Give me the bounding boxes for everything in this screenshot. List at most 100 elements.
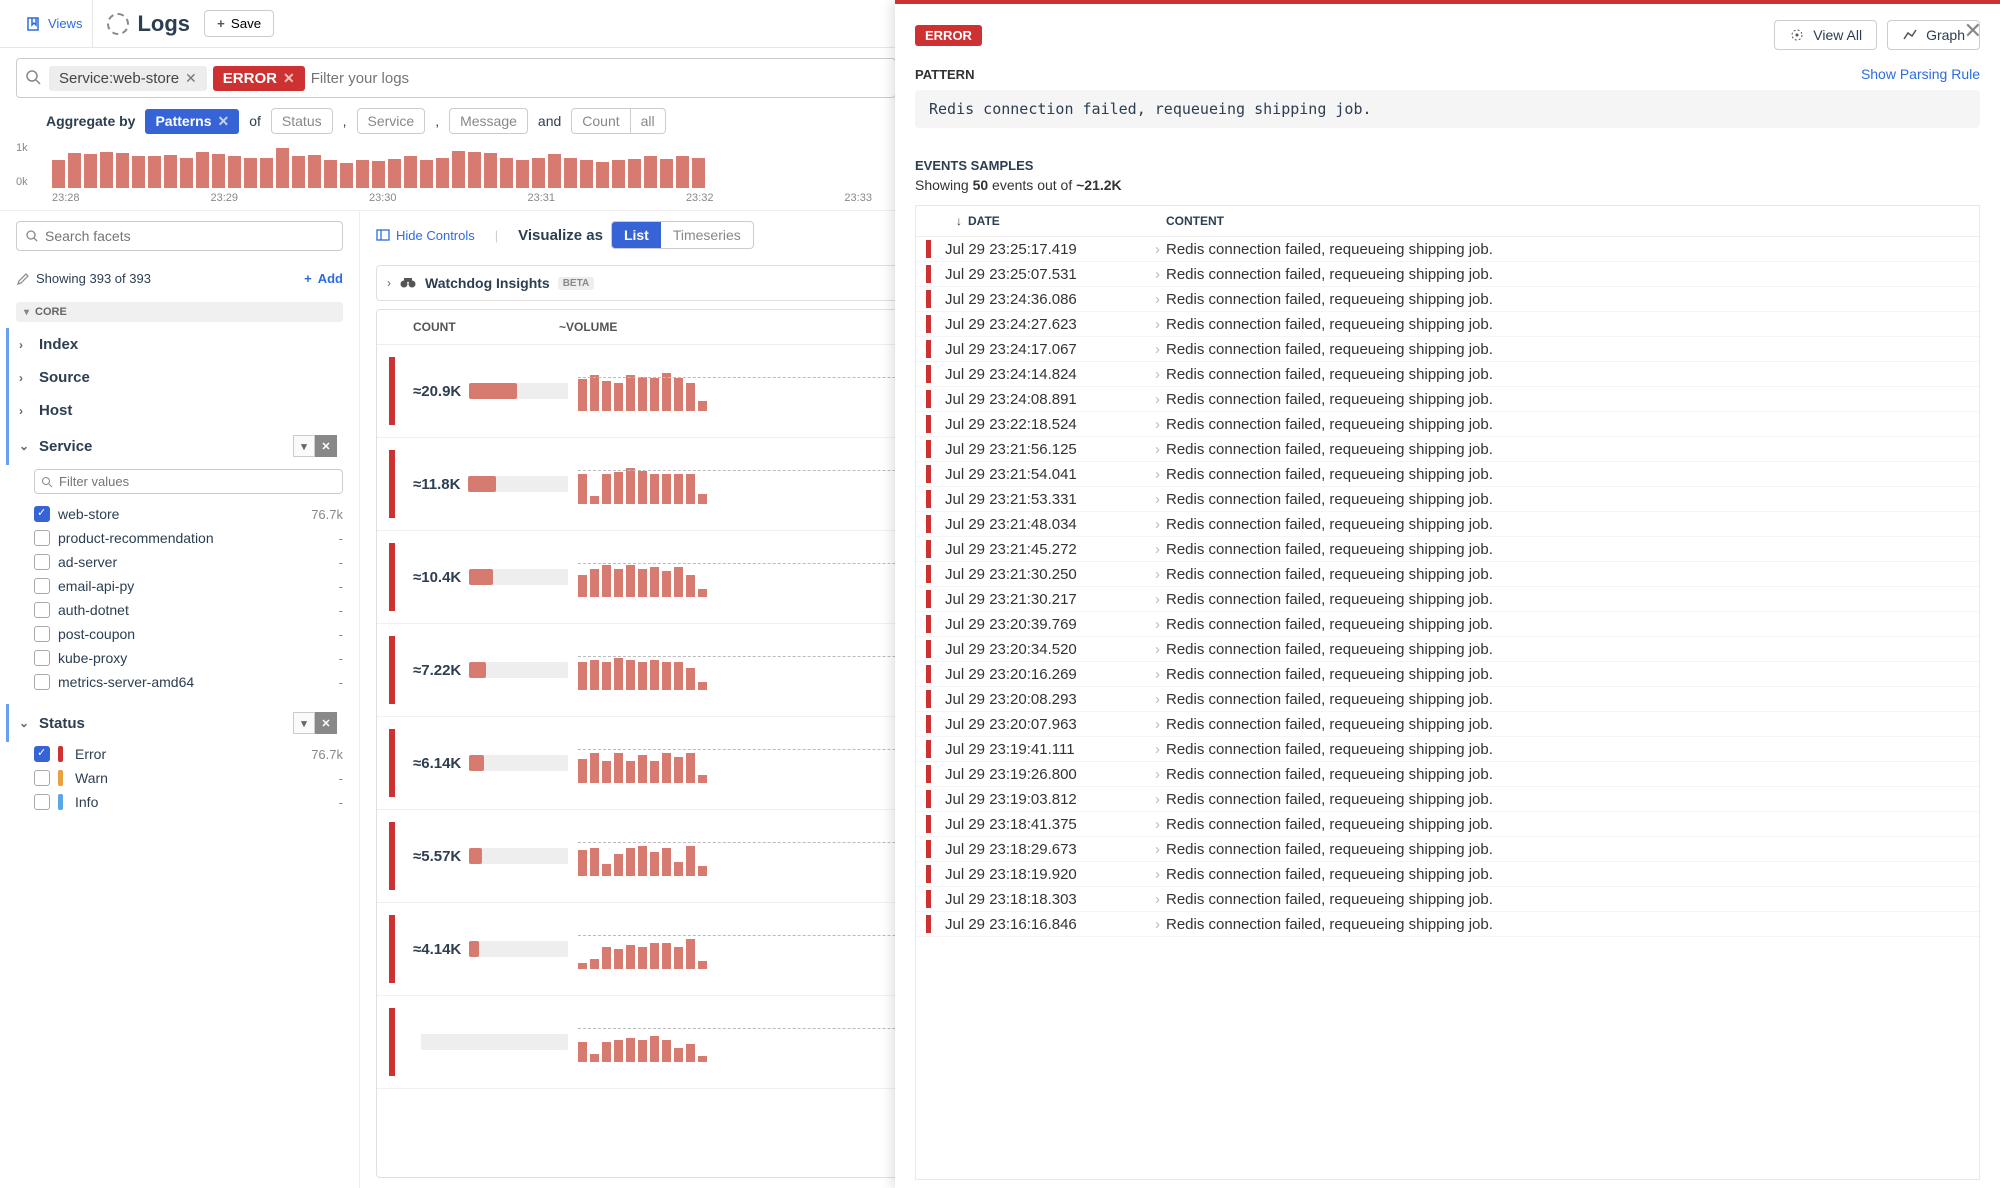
event-row[interactable]: Jul 29 23:20:34.520›Redis connection fai… — [916, 637, 1979, 662]
aggregate-service-select[interactable]: Service — [357, 108, 426, 134]
event-row[interactable]: Jul 29 23:21:56.125›Redis connection fai… — [916, 437, 1979, 462]
chevron-right-icon: › — [1155, 766, 1160, 783]
facet-value[interactable]: kube-proxy- — [16, 646, 343, 670]
query-input-wrap[interactable]: Service:web-store ✕ ERROR ✕ — [16, 58, 896, 98]
event-row[interactable]: Jul 29 23:24:17.067›Redis connection fai… — [916, 337, 1979, 362]
col-content[interactable]: CONTENT — [1166, 214, 1969, 228]
facet-filter-icon[interactable]: ▾ — [293, 712, 315, 734]
view-all-button[interactable]: View All — [1774, 20, 1877, 50]
facet-value[interactable]: product-recommendation- — [16, 526, 343, 550]
chevron-right-icon: › — [1155, 266, 1160, 283]
event-row[interactable]: Jul 29 23:16:16.846›Redis connection fai… — [916, 912, 1979, 937]
event-row[interactable]: Jul 29 23:24:27.623›Redis connection fai… — [916, 312, 1979, 337]
event-row[interactable]: Jul 29 23:19:41.111›Redis connection fai… — [916, 737, 1979, 762]
event-row[interactable]: Jul 29 23:21:45.272›Redis connection fai… — [916, 537, 1979, 562]
save-button[interactable]: Save — [204, 10, 274, 37]
event-row[interactable]: Jul 29 23:22:18.524›Redis connection fai… — [916, 412, 1979, 437]
hide-controls-button[interactable]: Hide Controls — [376, 228, 475, 243]
event-row[interactable]: Jul 29 23:25:07.531›Redis connection fai… — [916, 262, 1979, 287]
event-row[interactable]: Jul 29 23:20:16.269›Redis connection fai… — [916, 662, 1979, 687]
facet-value[interactable]: auth-dotnet- — [16, 598, 343, 622]
query-pill-service[interactable]: Service:web-store ✕ — [49, 66, 207, 91]
facet-status[interactable]: ⌄Status ▾ ✕ — [6, 704, 343, 742]
event-row[interactable]: Jul 29 23:21:30.250›Redis connection fai… — [916, 562, 1979, 587]
events-subheading: Showing 50 events out of ~21.2K — [915, 177, 1980, 193]
facet-filter-icon[interactable]: ▾ — [293, 435, 315, 457]
event-row[interactable]: Jul 29 23:21:54.041›Redis connection fai… — [916, 462, 1979, 487]
aggregate-all-select[interactable]: all — [631, 108, 666, 134]
add-facet-button[interactable]: + Add — [304, 271, 343, 286]
event-row[interactable]: Jul 29 23:21:30.217›Redis connection fai… — [916, 587, 1979, 612]
event-row[interactable]: Jul 29 23:18:41.375›Redis connection fai… — [916, 812, 1979, 837]
event-row[interactable]: Jul 29 23:24:36.086›Redis connection fai… — [916, 287, 1979, 312]
facet-value[interactable]: email-api-py- — [16, 574, 343, 598]
checkbox[interactable] — [34, 674, 50, 690]
col-date[interactable]: ↓DATE — [956, 214, 1166, 228]
event-row[interactable]: Jul 29 23:18:18.303›Redis connection fai… — [916, 887, 1979, 912]
viz-list[interactable]: List — [612, 222, 661, 248]
page-title: Logs — [137, 11, 190, 37]
chevron-right-icon: › — [1155, 716, 1160, 733]
facet-value[interactable]: Error76.7k — [16, 742, 343, 766]
facet-host[interactable]: ›Host — [6, 394, 343, 427]
checkbox[interactable] — [34, 578, 50, 594]
facet-value[interactable]: ad-server- — [16, 550, 343, 574]
facet-section-core[interactable]: ▾CORE — [16, 302, 343, 322]
facet-value[interactable]: Warn- — [16, 766, 343, 790]
event-row[interactable]: Jul 29 23:21:48.034›Redis connection fai… — [916, 512, 1979, 537]
checkbox[interactable] — [34, 530, 50, 546]
event-row[interactable]: Jul 29 23:18:29.673›Redis connection fai… — [916, 837, 1979, 862]
timeline-chart[interactable] — [52, 146, 884, 188]
query-pill-error[interactable]: ERROR ✕ — [213, 66, 305, 91]
col-count[interactable]: COUNT — [389, 320, 559, 334]
event-row[interactable]: Jul 29 23:19:03.812›Redis connection fai… — [916, 787, 1979, 812]
filter-values-input-wrap[interactable] — [34, 469, 343, 494]
event-row[interactable]: Jul 29 23:18:19.920›Redis connection fai… — [916, 862, 1979, 887]
checkbox[interactable] — [34, 602, 50, 618]
event-row[interactable]: Jul 29 23:20:08.293›Redis connection fai… — [916, 687, 1979, 712]
event-row[interactable]: Jul 29 23:21:53.331›Redis connection fai… — [916, 487, 1979, 512]
checkbox[interactable] — [34, 770, 50, 786]
aggregate-message-select[interactable]: Message — [449, 108, 528, 134]
chevron-right-icon: › — [1155, 541, 1160, 558]
facet-source[interactable]: ›Source — [6, 361, 343, 394]
event-row[interactable]: Jul 29 23:24:14.824›Redis connection fai… — [916, 362, 1979, 387]
remove-pill-icon[interactable]: ✕ — [218, 113, 230, 130]
event-row[interactable]: Jul 29 23:24:08.891›Redis connection fai… — [916, 387, 1979, 412]
facet-remove-icon[interactable]: ✕ — [315, 435, 337, 457]
viz-timeseries[interactable]: Timeseries — [661, 222, 753, 248]
detail-panel: ✕ ERROR View All Graph PATTERN Show Pars… — [895, 0, 2000, 1188]
close-icon[interactable]: ✕ — [1964, 18, 1982, 44]
aggregate-status-select[interactable]: Status — [271, 108, 333, 134]
event-row[interactable]: Jul 29 23:25:17.419›Redis connection fai… — [916, 237, 1979, 262]
remove-pill-icon[interactable]: ✕ — [283, 70, 295, 87]
event-row[interactable]: Jul 29 23:20:39.769›Redis connection fai… — [916, 612, 1979, 637]
chevron-right-icon: › — [1155, 816, 1160, 833]
checkbox[interactable] — [34, 626, 50, 642]
checkbox[interactable] — [34, 746, 50, 762]
chevron-right-icon: › — [1155, 391, 1160, 408]
checkbox[interactable] — [34, 506, 50, 522]
aggregate-count-select[interactable]: Count — [571, 108, 630, 134]
show-parsing-rule[interactable]: Show Parsing Rule — [1861, 66, 1980, 82]
facet-value[interactable]: post-coupon- — [16, 622, 343, 646]
facet-service[interactable]: ⌄Service ▾ ✕ — [6, 427, 343, 465]
facet-value[interactable]: web-store76.7k — [16, 502, 343, 526]
facet-value[interactable]: metrics-server-amd64- — [16, 670, 343, 694]
event-row[interactable]: Jul 29 23:20:07.963›Redis connection fai… — [916, 712, 1979, 737]
filter-values-input[interactable] — [59, 474, 336, 489]
views-button[interactable]: Views — [16, 0, 93, 47]
facet-value[interactable]: Info- — [16, 790, 343, 814]
checkbox[interactable] — [34, 794, 50, 810]
checkbox[interactable] — [34, 650, 50, 666]
chevron-right-icon: › — [1155, 316, 1160, 333]
aggregate-patterns-pill[interactable]: Patterns ✕ — [145, 109, 239, 134]
facet-remove-icon[interactable]: ✕ — [315, 712, 337, 734]
facet-index[interactable]: ›Index — [6, 328, 343, 361]
event-row[interactable]: Jul 29 23:19:26.800›Redis connection fai… — [916, 762, 1979, 787]
facet-search[interactable] — [16, 221, 343, 251]
query-input[interactable] — [311, 70, 887, 87]
remove-pill-icon[interactable]: ✕ — [185, 70, 197, 87]
facet-search-input[interactable] — [45, 228, 334, 244]
checkbox[interactable] — [34, 554, 50, 570]
